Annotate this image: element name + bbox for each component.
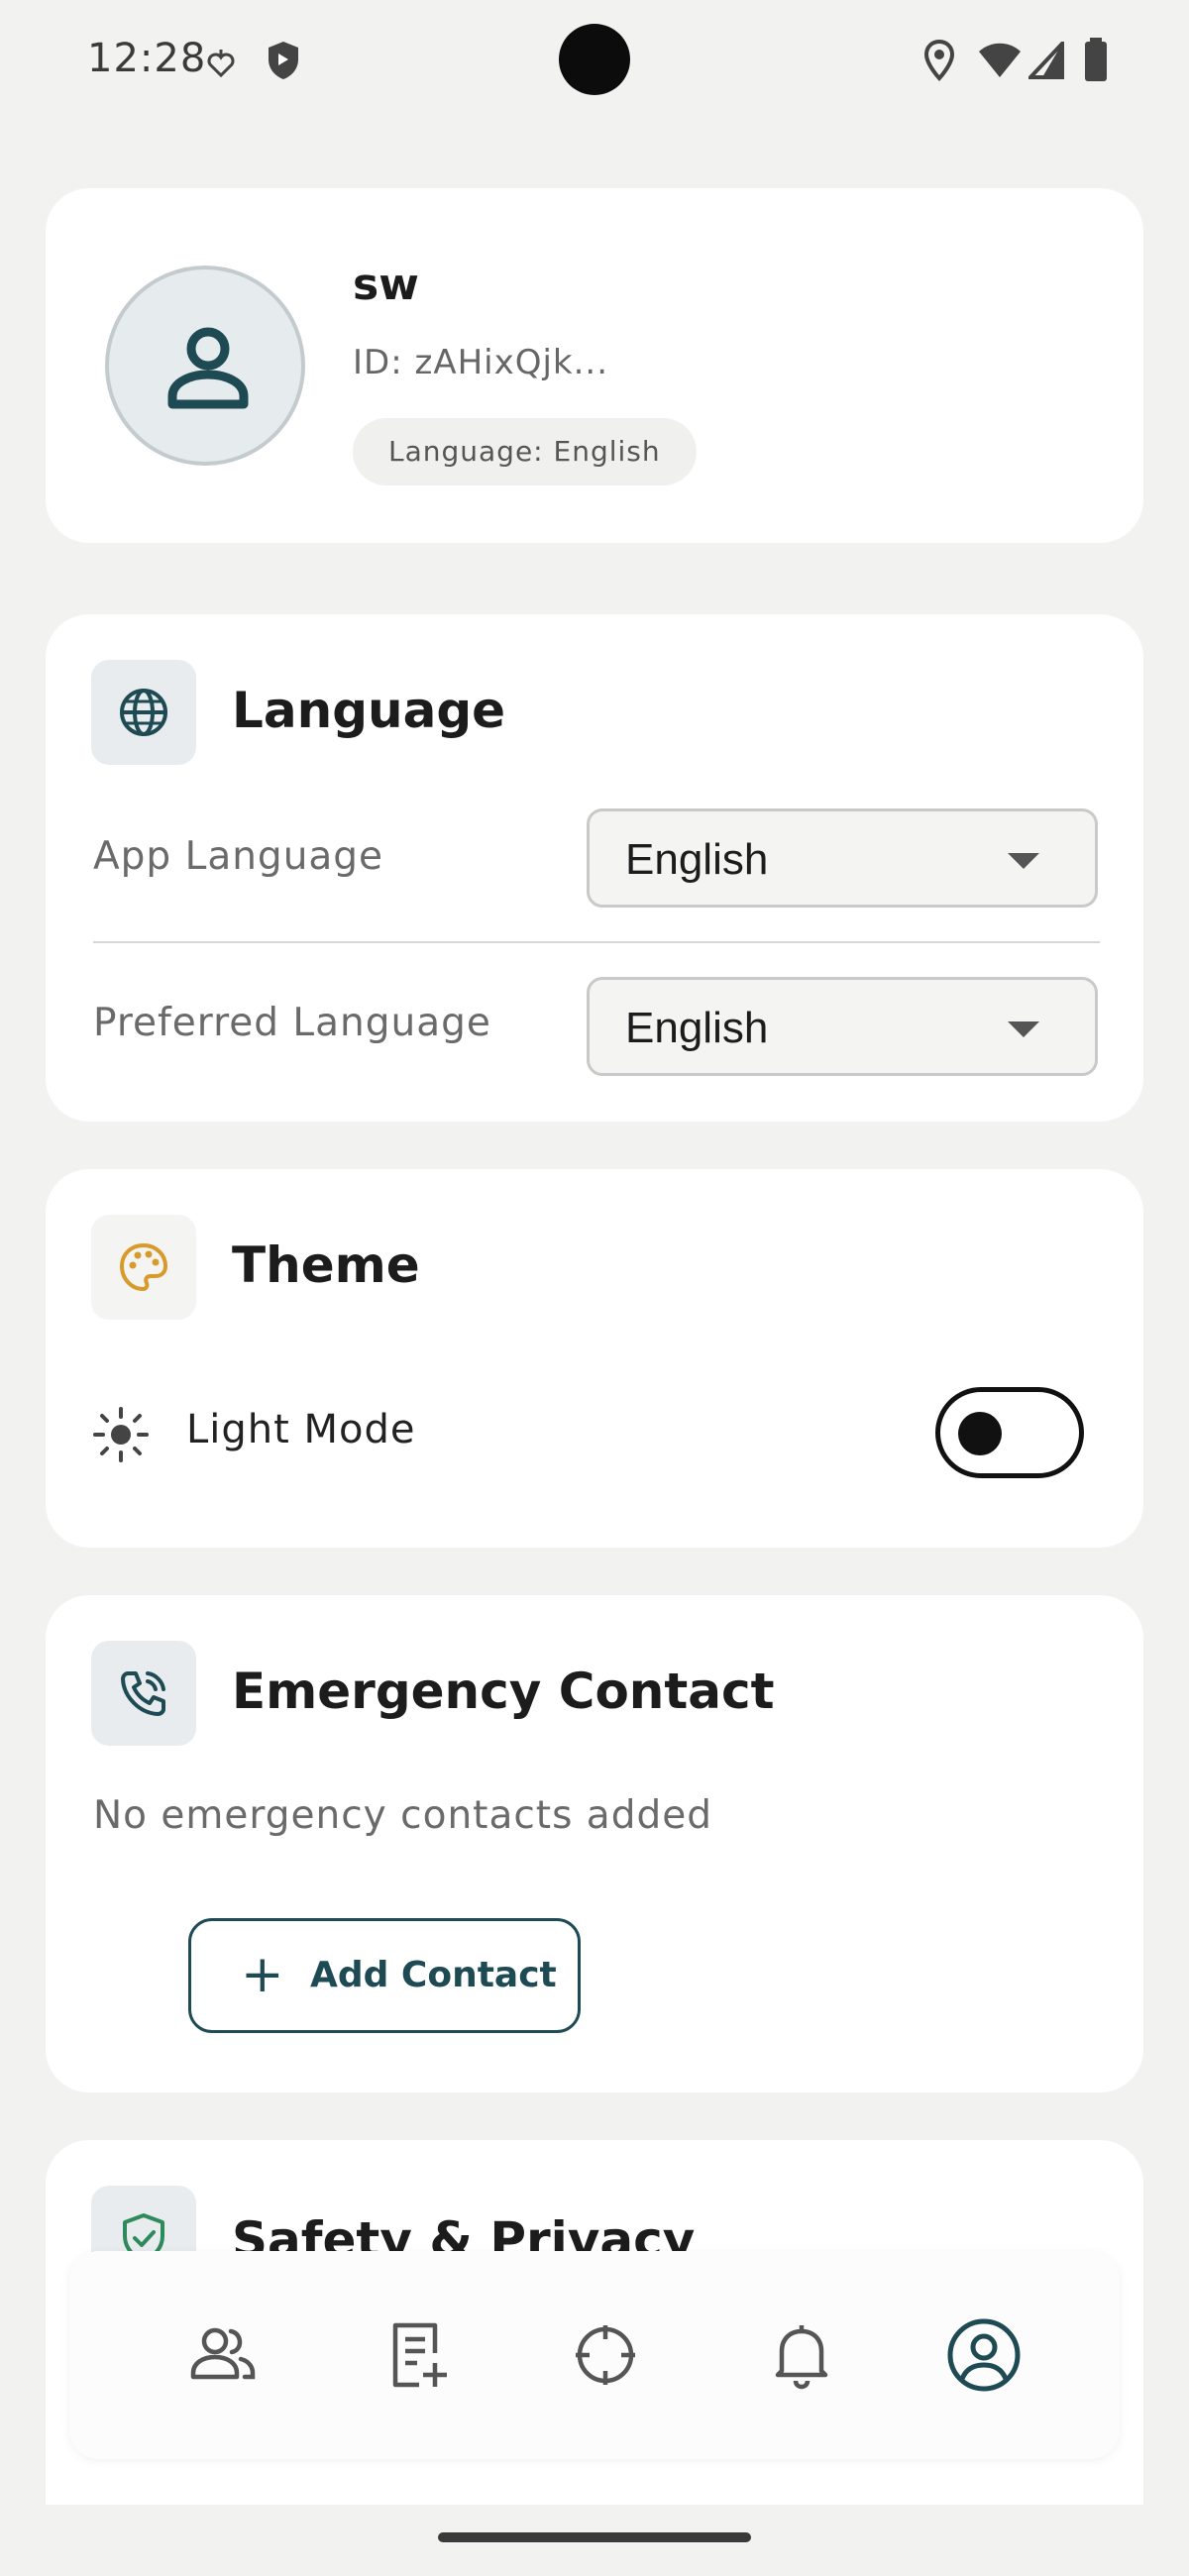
nav-item-location[interactable] bbox=[551, 2301, 660, 2410]
globe-icon bbox=[120, 689, 167, 736]
dark-mode-toggle[interactable] bbox=[935, 1387, 1084, 1478]
users-icon bbox=[190, 2327, 256, 2380]
home-indicator[interactable] bbox=[438, 2532, 751, 2542]
bell-icon bbox=[775, 2325, 828, 2390]
location-icon bbox=[923, 39, 955, 85]
section-title-language: Language bbox=[232, 682, 506, 739]
language-section: Language App Language English Preferred … bbox=[46, 614, 1143, 1122]
empty-contacts-text: No emergency contacts added bbox=[93, 1793, 712, 1838]
section-title-emergency: Emergency Contact bbox=[232, 1663, 775, 1720]
sun-icon bbox=[93, 1407, 149, 1466]
status-bar: 12:28 bbox=[0, 0, 1189, 119]
profile-icon bbox=[947, 2318, 1021, 2392]
emergency-contact-section: Emergency Contact No emergency contacts … bbox=[46, 1595, 1143, 2093]
section-title-theme: Theme bbox=[232, 1236, 420, 1294]
profile-id: ID: zAHixQjk... bbox=[353, 343, 609, 382]
phone-icon-box bbox=[91, 1641, 196, 1746]
preferred-language-label: Preferred Language bbox=[93, 1001, 491, 1045]
nav-item-community[interactable] bbox=[168, 2301, 277, 2410]
avatar[interactable] bbox=[105, 266, 305, 466]
signal-icon bbox=[1026, 38, 1064, 83]
status-time: 12:28 bbox=[87, 36, 207, 81]
wifi-icon bbox=[977, 42, 1023, 83]
note-add-icon bbox=[392, 2322, 447, 2388]
toggle-knob bbox=[958, 1412, 1002, 1455]
app-language-label: App Language bbox=[93, 834, 384, 879]
palette-icon-box bbox=[91, 1215, 196, 1320]
hand-heart-icon bbox=[206, 46, 236, 83]
nav-item-notifications[interactable] bbox=[747, 2301, 856, 2410]
app-language-value: English bbox=[625, 835, 769, 884]
profile-name: sw bbox=[353, 260, 419, 310]
app-language-select[interactable]: English bbox=[587, 808, 1098, 908]
profile-card[interactable]: sw ID: zAHixQjk... Language: English bbox=[46, 188, 1143, 543]
nav-item-profile[interactable] bbox=[929, 2301, 1038, 2410]
plus-icon: + bbox=[241, 1945, 284, 2004]
crosshair-icon bbox=[576, 2325, 635, 2385]
palette-icon bbox=[119, 1242, 168, 1292]
camera-cutout bbox=[559, 24, 630, 95]
light-mode-label: Light Mode bbox=[186, 1407, 416, 1452]
add-contact-label: Add Contact bbox=[310, 1955, 557, 1995]
dropdown-arrow-icon bbox=[1008, 1021, 1039, 1037]
profile-screen: 12:28 sw ID: zAHixQjk... Language: Engli… bbox=[0, 0, 1189, 2576]
preferred-language-select[interactable]: English bbox=[587, 977, 1098, 1076]
nav-item-reports[interactable] bbox=[365, 2301, 474, 2410]
bottom-navigation bbox=[69, 2251, 1120, 2459]
phone-call-icon bbox=[121, 1671, 165, 1716]
divider bbox=[93, 941, 1100, 943]
person-icon bbox=[167, 327, 249, 409]
shield-status-icon bbox=[266, 40, 301, 85]
theme-section: Theme Light Mode bbox=[46, 1169, 1143, 1548]
globe-icon-box bbox=[91, 660, 196, 765]
preferred-language-value: English bbox=[625, 1004, 769, 1052]
dropdown-arrow-icon bbox=[1008, 853, 1039, 869]
add-contact-button[interactable]: + Add Contact bbox=[188, 1918, 581, 2033]
language-badge: Language: English bbox=[353, 418, 697, 485]
battery-icon bbox=[1084, 38, 1108, 85]
